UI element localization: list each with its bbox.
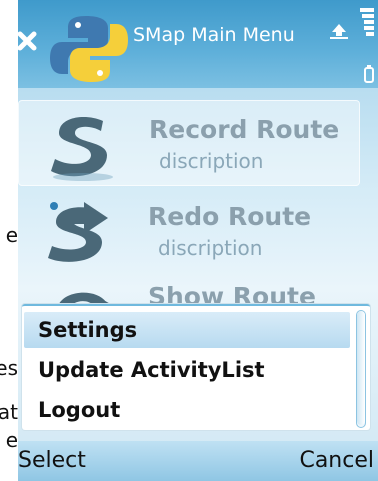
background-text-fragment: e (5, 223, 18, 247)
popup-item-update-activitylist[interactable]: Update ActivityList (24, 352, 350, 388)
battery-indicator-icon (360, 8, 374, 83)
popup-scrollbar-thumb[interactable] (357, 311, 365, 425)
menu-item-description: discription (159, 149, 264, 173)
redo-route-icon (48, 202, 108, 262)
background-text-fragment: es (0, 356, 18, 380)
menu-item-redo-route[interactable]: Redo Route discription (18, 188, 358, 272)
menu-item-label: Redo Route (148, 202, 312, 231)
record-route-icon (51, 117, 113, 181)
popup-scrollbar[interactable] (356, 310, 366, 428)
options-popup-menu: Settings Update ActivityList Logout (22, 304, 370, 430)
background-text-fragment: e (5, 428, 18, 452)
close-icon[interactable] (18, 28, 40, 54)
python-logo-icon (50, 16, 128, 82)
menu-item-label: Record Route (149, 115, 340, 144)
phone-screen: SMap Main Menu Record Route discription (18, 0, 378, 481)
background-text-fragment: at (0, 400, 18, 424)
menu-item-description: discription (158, 236, 263, 260)
select-softkey[interactable]: Select (18, 448, 86, 473)
upload-status-icon (330, 24, 348, 39)
popup-item-logout[interactable]: Logout (24, 392, 350, 428)
menu-item-record-route[interactable]: Record Route discription (18, 100, 360, 186)
window-title: SMap Main Menu (133, 24, 295, 46)
cancel-softkey[interactable]: Cancel (299, 448, 374, 473)
title-bar: SMap Main Menu (18, 0, 378, 88)
popup-item-settings[interactable]: Settings (24, 312, 350, 348)
